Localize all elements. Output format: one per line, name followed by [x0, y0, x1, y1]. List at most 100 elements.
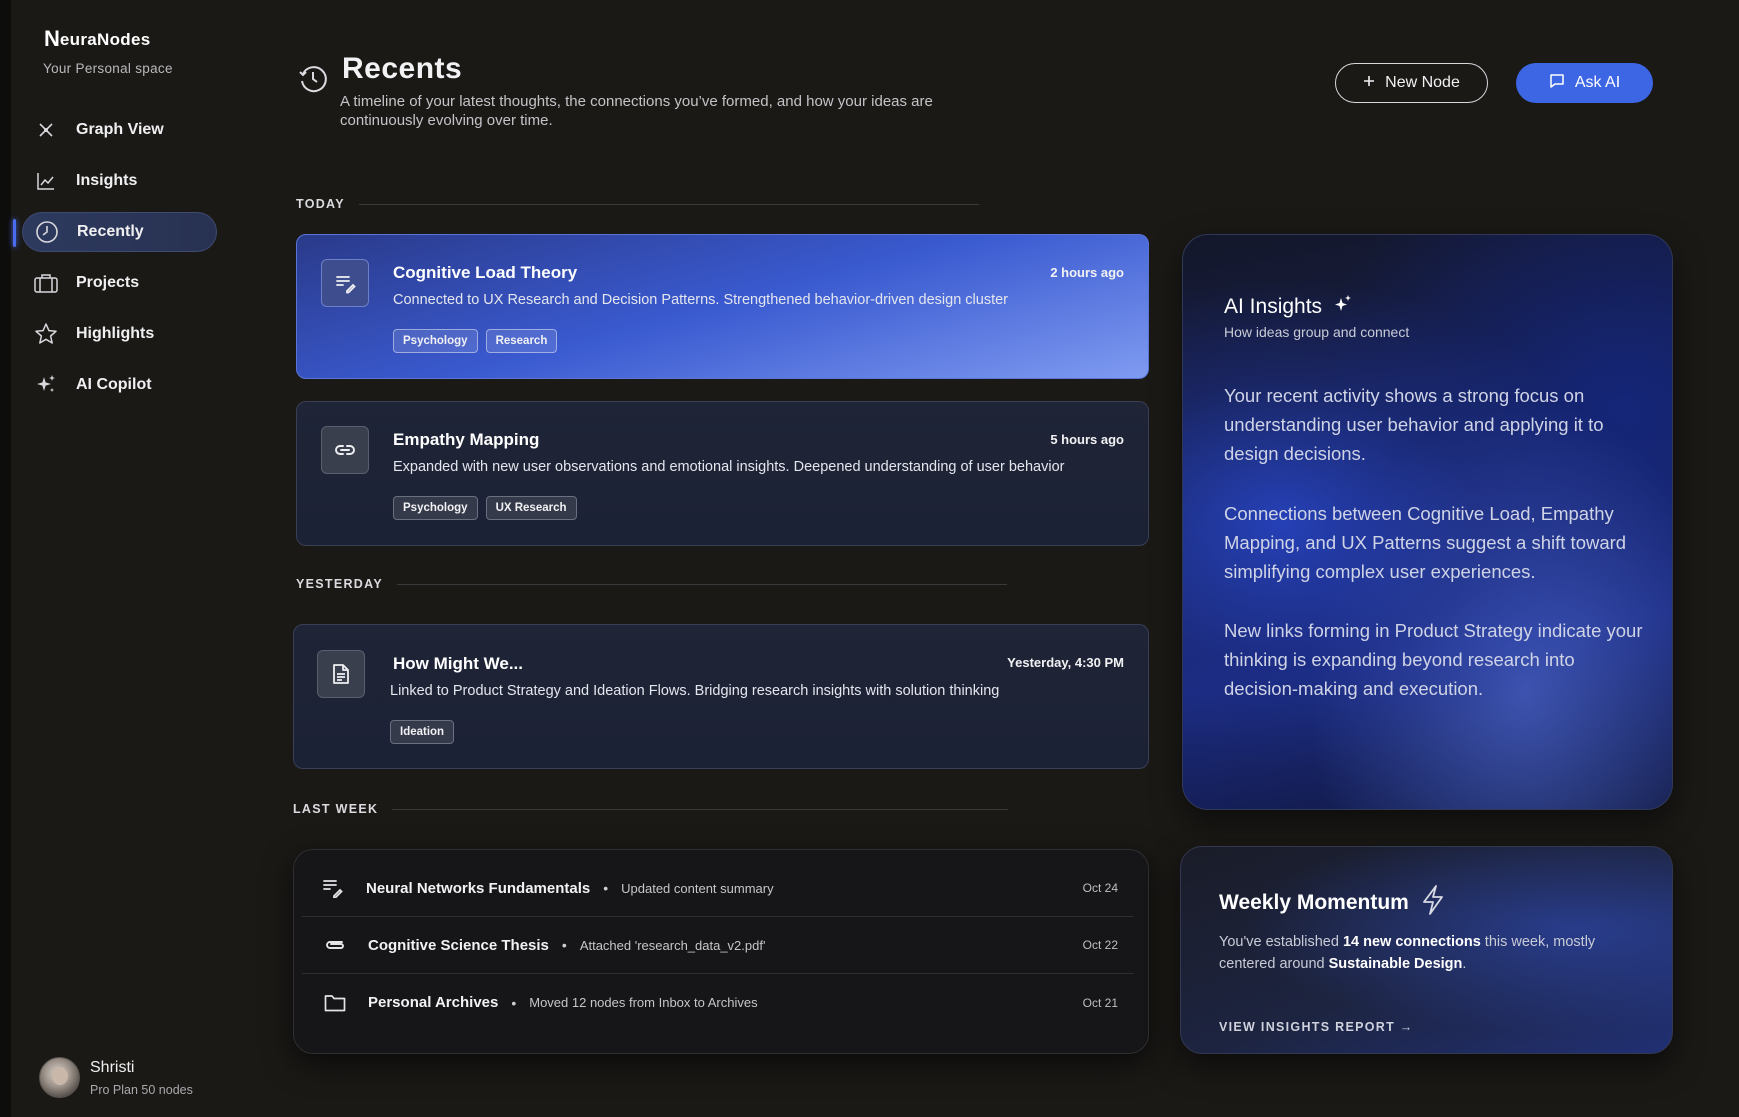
section-today: TODAY: [296, 197, 979, 211]
view-insights-report-link[interactable]: VIEW INSIGHTS REPORT →: [1219, 1020, 1414, 1034]
item-action: Attached 'research_data_v2.pdf': [579, 937, 766, 953]
section-yesterday: YESTERDAY: [296, 577, 1007, 591]
user-plan: Pro Plan 50 nodes: [90, 1082, 193, 1097]
insight-paragraph: New links forming in Product Strategy in…: [1224, 620, 1643, 699]
tag-ux-research[interactable]: UX Research: [485, 496, 577, 520]
star-icon: [34, 322, 58, 346]
separator-dot: •: [511, 994, 517, 1011]
logo-text: euraNodes: [59, 30, 151, 49]
card-time: 2 hours ago: [1050, 265, 1124, 280]
sidebar-item-insights[interactable]: Insights: [22, 161, 217, 201]
card-title: Cognitive Load Theory: [393, 263, 578, 282]
separator-dot: •: [603, 880, 609, 896]
avatar[interactable]: [39, 1057, 80, 1098]
section-label: YESTERDAY: [296, 577, 383, 591]
list-item-personal-archives[interactable]: Personal Archives • Moved 12 nodes from …: [302, 974, 1134, 1031]
card-description: Linked to Product Strategy and Ideation …: [390, 683, 1000, 699]
folder-icon: [320, 994, 350, 1012]
sidebar-nav: Graph View Insights Recently Projects Hi…: [13, 110, 217, 416]
list-item-cognitive-science-thesis[interactable]: Cognitive Science Thesis • Attached 'res…: [302, 917, 1134, 974]
item-date: Oct 22: [1082, 938, 1118, 952]
user-name: Shristi: [90, 1058, 135, 1076]
section-divider: [396, 583, 1007, 585]
sidebar-item-label: Highlights: [76, 325, 155, 342]
ai-insights-title: AI Insights: [1224, 295, 1323, 318]
separator-dot: •: [561, 937, 567, 953]
user-profile[interactable]: Shristi Pro Plan 50 nodes: [39, 1057, 193, 1098]
sidebar-item-label: AI Copilot: [76, 376, 152, 393]
section-label: LAST WEEK: [293, 802, 379, 816]
insight-paragraph: Connections between Cognitive Load, Empa…: [1224, 503, 1627, 582]
momentum-summary: You've established 14 new connections th…: [1219, 934, 1596, 972]
sidebar-item-highlights[interactable]: Highlights: [22, 314, 217, 354]
sparkle-icon: [1332, 293, 1354, 321]
weekly-momentum-panel: Weekly Momentum You've established 14 ne…: [1180, 846, 1673, 1054]
ai-insights-subtitle: How ideas group and connect: [1224, 324, 1410, 340]
clock-icon: [35, 220, 59, 244]
tag-ideation[interactable]: Ideation: [390, 720, 455, 744]
recents-clock-icon: [298, 64, 328, 99]
new-node-button[interactable]: New Node: [1335, 63, 1488, 103]
sidebar-item-projects[interactable]: Projects: [22, 263, 217, 303]
insight-paragraph: Your recent activity shows a strong focu…: [1224, 385, 1604, 464]
item-date: Oct 21: [1082, 995, 1118, 1010]
card-time: 5 hours ago: [1050, 432, 1124, 447]
momentum-title: Weekly Momentum: [1219, 891, 1409, 914]
ask-ai-button[interactable]: Ask AI: [1516, 63, 1653, 103]
sidebar-item-label: Recently: [77, 223, 144, 240]
active-indicator: [13, 219, 16, 247]
paperclip-icon: [320, 938, 350, 952]
section-label: TODAY: [296, 197, 345, 211]
ai-insights-panel: AI Insights How ideas group and connect …: [1182, 234, 1673, 810]
chart-icon: [34, 169, 58, 193]
item-date: Oct 24: [1082, 881, 1118, 895]
focus-topic: Sustainable Design: [1328, 956, 1463, 972]
ask-ai-label: Ask AI: [1574, 74, 1621, 91]
activity-card-empathy-mapping[interactable]: Empathy Mapping 5 hours ago Expanded wit…: [296, 401, 1149, 546]
section-divider: [392, 808, 1009, 810]
sidebar-item-recently[interactable]: Recently: [13, 212, 217, 252]
chat-icon: [1549, 73, 1565, 94]
connections-count: 14 new connections: [1342, 934, 1481, 950]
card-description: Expanded with new user observations and …: [393, 459, 1065, 475]
briefcase-icon: [34, 271, 58, 295]
sidebar-item-graph-view[interactable]: Graph View: [22, 110, 217, 150]
last-week-list: Neural Networks Fundamentals • Updated c…: [293, 849, 1149, 1054]
document-icon: [317, 650, 365, 698]
tag-psychology[interactable]: Psychology: [393, 496, 478, 520]
list-item-neural-networks[interactable]: Neural Networks Fundamentals • Updated c…: [302, 860, 1134, 917]
tag-psychology[interactable]: Psychology: [393, 329, 478, 353]
card-time: Yesterday, 4:30 PM: [1007, 655, 1124, 670]
sidebar: N euraNodes Your Personal space Graph Vi…: [11, 0, 231, 1117]
momentum-heading: Weekly Momentum: [1219, 885, 1445, 921]
ai-insights-heading: AI Insights: [1224, 293, 1354, 321]
activity-card-cognitive-load[interactable]: Cognitive Load Theory 2 hours ago Connec…: [296, 234, 1149, 379]
sparkle-icon: [34, 373, 58, 397]
logo[interactable]: N euraNodes: [44, 26, 150, 52]
item-name: Cognitive Science Thesis: [368, 936, 549, 954]
item-action: Moved 12 nodes from Inbox to Archives: [529, 995, 758, 1010]
edit-note-icon: [321, 259, 369, 307]
sidebar-item-label: Insights: [76, 172, 138, 189]
card-title: How Might We...: [393, 654, 524, 673]
lightning-icon: [1421, 885, 1445, 921]
link-icon: [321, 426, 369, 474]
page-title: Recents: [342, 52, 463, 85]
item-action: Updated content summary: [621, 880, 774, 896]
card-tags: Psychology UX Research: [393, 496, 577, 520]
edit-note-icon: [318, 878, 348, 898]
sidebar-item-label: Graph View: [76, 121, 164, 138]
card-tags: Ideation: [390, 720, 455, 744]
section-divider: [358, 203, 979, 205]
activity-card-how-might-we[interactable]: How Might We... Yesterday, 4:30 PM Linke…: [293, 624, 1149, 769]
item-name: Neural Networks Fundamentals: [366, 879, 591, 897]
card-tags: Psychology Research: [393, 329, 558, 353]
sidebar-item-ai-copilot[interactable]: AI Copilot: [22, 365, 217, 405]
graph-icon: [34, 118, 58, 142]
plus-icon: [1363, 74, 1375, 92]
card-description: Connected to UX Research and Decision Pa…: [393, 292, 1008, 308]
tag-research[interactable]: Research: [485, 329, 558, 353]
sidebar-item-label: Projects: [76, 274, 140, 291]
new-node-label: New Node: [1385, 74, 1460, 91]
logo-mark: N: [44, 26, 60, 51]
